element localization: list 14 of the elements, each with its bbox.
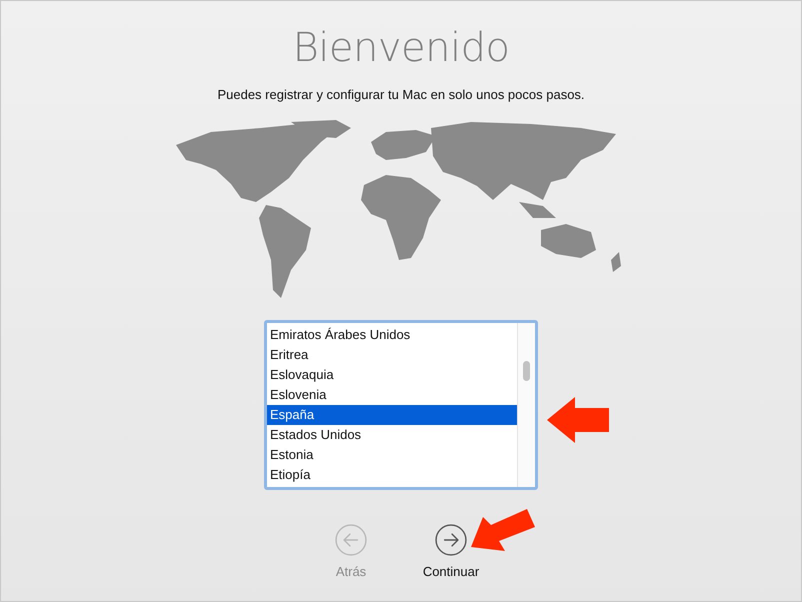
list-item[interactable]: Eslovenia: [267, 385, 517, 405]
list-item[interactable]: España: [267, 405, 517, 425]
annotation-arrow: [547, 397, 609, 443]
list-item[interactable]: Estonia: [267, 445, 517, 465]
list-item[interactable]: Etiopía: [267, 465, 517, 485]
annotation-arrow: [471, 509, 535, 551]
list-item[interactable]: Eritrea: [267, 345, 517, 365]
scrollbar-thumb[interactable]: [523, 361, 530, 381]
list-item[interactable]: Eslovaquia: [267, 365, 517, 385]
continue-button[interactable]: Continuar: [421, 524, 481, 579]
welcome-title: Bienvenido: [292, 25, 510, 71]
list-item[interactable]: Emiratos Árabes Unidos: [267, 325, 517, 345]
list-item[interactable]: Estados Unidos: [267, 425, 517, 445]
subtitle: Puedes registrar y configurar tu Mac en solo unos pocos pasos.: [217, 87, 585, 103]
